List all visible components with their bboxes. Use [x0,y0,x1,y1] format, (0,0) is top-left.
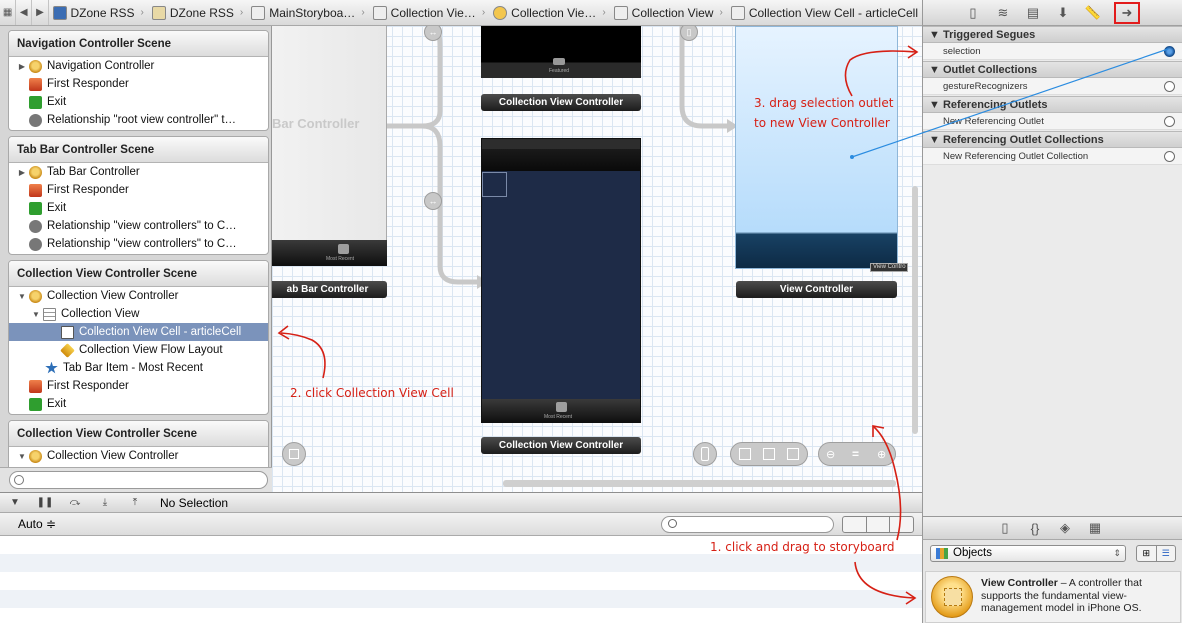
annotation-step2: 2. click Collection View Cell [290,386,454,400]
annotation-step3-line2: to new View Controller [754,116,890,130]
outlet-drag-line [851,48,1169,158]
annotation-arrow-1a [873,426,902,541]
annotation-arrow-1b [854,561,915,599]
annotation-step3-line1: 3. drag selection outlet [754,96,894,110]
annotation-arrow-2 [280,332,326,379]
annotation-arrow-3 [844,50,917,97]
annotation-step1: 1. click and drag to storyboard [710,540,895,554]
annotation-overlay [277,45,1169,605]
